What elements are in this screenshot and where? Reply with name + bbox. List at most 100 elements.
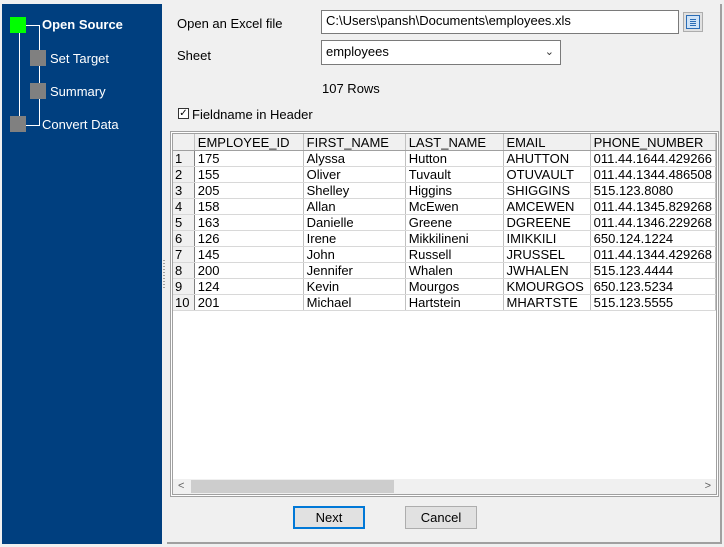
table-cell: Hutton — [405, 150, 504, 167]
table-row[interactable]: 9 124 Kevin Mourgos KMOURGOS 650.123.5234 — [173, 278, 716, 295]
row-number[interactable]: 1 — [173, 150, 195, 167]
table-cell: 205 — [194, 182, 304, 199]
table-row[interactable]: 3 205 Shelley Higgins SHIGGINS 515.123.8080 — [173, 182, 716, 199]
table-cell: 126 — [194, 230, 304, 247]
table-cell: 515.123.8080 — [590, 182, 716, 199]
table-cell: 515.123.4444 — [590, 262, 716, 279]
wizard-steps-sidebar: Open Source Set Target Summary Convert D… — [2, 4, 162, 544]
splitter-handle[interactable] — [163, 260, 165, 288]
table-cell: 124 — [194, 278, 304, 295]
horizontal-scrollbar[interactable]: < > — [173, 479, 716, 494]
row-number[interactable]: 3 — [173, 182, 195, 199]
table-cell: McEwen — [405, 198, 504, 215]
table-cell: John — [303, 246, 406, 263]
table-cell: AHUTTON — [503, 150, 591, 167]
column-header[interactable]: EMAIL — [503, 134, 591, 151]
column-header[interactable]: EMPLOYEE_ID — [194, 134, 304, 151]
step-connector — [26, 25, 40, 26]
step-connector — [39, 25, 40, 125]
cancel-button[interactable]: Cancel — [405, 506, 477, 529]
fieldname-header-checkbox[interactable]: ✓ — [178, 108, 189, 119]
row-number[interactable]: 9 — [173, 278, 195, 295]
sheet-label: Sheet — [177, 48, 211, 63]
table-cell: JRUSSEL — [503, 246, 591, 263]
table-cell: MHARTSTE — [503, 294, 591, 311]
table-row[interactable]: 6 126 Irene Mikkilineni IMIKKILI 650.124.1224 — [173, 230, 716, 247]
file-label: Open an Excel file — [177, 16, 283, 31]
table-row[interactable]: 7 145 John Russell JRUSSEL 011.44.1344.429268 — [173, 246, 716, 263]
scroll-left-icon[interactable]: < — [178, 479, 184, 494]
table-cell: 201 — [194, 294, 304, 311]
table-cell: SHIGGINS — [503, 182, 591, 199]
data-preview-grid[interactable]: EMPLOYEE_ID FIRST_NAME LAST_NAME EMAIL P… — [170, 131, 719, 497]
table-cell: OTUVAULT — [503, 166, 591, 183]
browse-file-button[interactable] — [683, 12, 703, 32]
step-indicator-open-source — [10, 17, 26, 33]
step-indicator-set-target — [30, 50, 46, 66]
step-indicator-convert-data — [10, 116, 26, 132]
table-cell: 155 — [194, 166, 304, 183]
table-cell: Danielle — [303, 214, 406, 231]
table-cell: 515.123.5555 — [590, 294, 716, 311]
table-cell: 011.44.1346.229268 — [590, 214, 716, 231]
table-row[interactable]: 1 175 Alyssa Hutton AHUTTON 011.44.1644.42926… — [173, 150, 716, 167]
table-cell: Hartstein — [405, 294, 504, 311]
table-cell: IMIKKILI — [503, 230, 591, 247]
column-header[interactable]: PHONE_NUMBER — [590, 134, 716, 151]
table-row[interactable]: 4 158 Allan McEwen AMCEWEN 011.44.1345.829268 — [173, 198, 716, 215]
step-summary[interactable]: Summary — [50, 84, 106, 99]
table-cell: Allan — [303, 198, 406, 215]
scrollbar-thumb[interactable] — [191, 480, 394, 493]
preview-table: EMPLOYEE_ID FIRST_NAME LAST_NAME EMAIL P… — [173, 134, 716, 311]
next-button[interactable]: Next — [293, 506, 365, 529]
step-connector — [26, 125, 40, 126]
scroll-right-icon[interactable]: > — [705, 479, 711, 494]
table-cell: DGREENE — [503, 214, 591, 231]
table-cell: 011.44.1344.429268 — [590, 246, 716, 263]
open-file-icon — [686, 15, 700, 29]
table-cell: 650.124.1224 — [590, 230, 716, 247]
row-count: 107 Rows — [322, 81, 380, 96]
table-cell: 163 — [194, 214, 304, 231]
table-cell: Jennifer — [303, 262, 406, 279]
table-cell: 011.44.1345.829268 — [590, 198, 716, 215]
row-number[interactable]: 5 — [173, 214, 195, 231]
file-path-input[interactable]: C:\Users\pansh\Documents\employees.xls — [321, 10, 679, 34]
table-cell: KMOURGOS — [503, 278, 591, 295]
table-cell: AMCEWEN — [503, 198, 591, 215]
row-number[interactable]: 10 — [173, 294, 195, 311]
step-convert-data[interactable]: Convert Data — [42, 117, 119, 132]
open-source-panel: Open an Excel file C:\Users\pansh\Docume… — [167, 4, 722, 544]
table-row[interactable]: 10 201 Michael Hartstein MHARTSTE 515.123.555… — [173, 294, 716, 311]
sheet-select[interactable]: employees ⌄ — [321, 40, 561, 65]
table-row[interactable]: 2 155 Oliver Tuvault OTUVAULT 011.44.1344.486… — [173, 166, 716, 183]
step-indicator-summary — [30, 83, 46, 99]
row-number[interactable]: 7 — [173, 246, 195, 263]
table-cell: Oliver — [303, 166, 406, 183]
table-row[interactable]: 5 163 Danielle Greene DGREENE 011.44.1346.229… — [173, 214, 716, 231]
column-header[interactable]: LAST_NAME — [405, 134, 504, 151]
column-header[interactable]: FIRST_NAME — [303, 134, 406, 151]
table-cell: Higgins — [405, 182, 504, 199]
table-cell: Mikkilineni — [405, 230, 504, 247]
step-set-target[interactable]: Set Target — [50, 51, 109, 66]
table-cell: 011.44.1344.486508 — [590, 166, 716, 183]
table-cell: Shelley — [303, 182, 406, 199]
table-cell: 650.123.5234 — [590, 278, 716, 295]
corner-cell[interactable] — [173, 134, 195, 151]
step-open-source[interactable]: Open Source — [42, 17, 123, 32]
row-number[interactable]: 2 — [173, 166, 195, 183]
table-row[interactable]: 8 200 Jennifer Whalen JWHALEN 515.123.4444 — [173, 262, 716, 279]
row-number[interactable]: 4 — [173, 198, 195, 215]
table-cell: Whalen — [405, 262, 504, 279]
row-number[interactable]: 8 — [173, 262, 195, 279]
chevron-down-icon: ⌄ — [544, 46, 554, 58]
table-cell: Alyssa — [303, 150, 406, 167]
header-row: EMPLOYEE_ID FIRST_NAME LAST_NAME EMAIL P… — [173, 134, 716, 151]
row-number[interactable]: 6 — [173, 230, 195, 247]
table-cell: JWHALEN — [503, 262, 591, 279]
fieldname-header-label: Fieldname in Header — [192, 107, 313, 122]
table-cell: Irene — [303, 230, 406, 247]
table-cell: Kevin — [303, 278, 406, 295]
table-cell: 145 — [194, 246, 304, 263]
